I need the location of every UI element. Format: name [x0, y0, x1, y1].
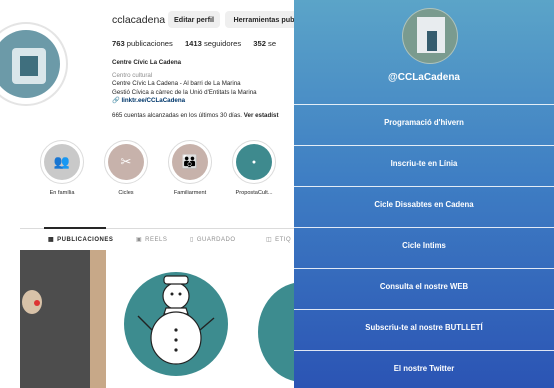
grid-icon: ▦ [48, 237, 55, 243]
linktree-handle: @CCLaCadena [388, 72, 460, 83]
stat-followers[interactable]: 1413 seguidores [185, 39, 241, 48]
highlight-familiarment[interactable]: 👪 Familiarment [160, 140, 220, 196]
link-butlleti[interactable]: Subscriu-te al nostre BUTLLETÍ [294, 309, 554, 345]
bio-line-1: Centre Cívic La Cadena - Al barri de La … [112, 80, 241, 88]
highlight-proposta[interactable]: ● PropostaCult... [224, 140, 284, 196]
story-highlights: 👥 En família ✂ Cicles 👪 Familiarment ● P… [0, 140, 294, 202]
stat-following[interactable]: 352 se [253, 39, 276, 48]
view-insights-link[interactable]: Ver estadíst [244, 112, 279, 119]
bio-reach: 665 cuentas alcanzadas en los últimos 30… [112, 112, 279, 120]
link-inscriu-te[interactable]: Inscriu-te en Línia [294, 145, 554, 181]
profile-bio: Centre Cívic La Cadena Centro cultural C… [112, 59, 294, 120]
link-cicle-intims[interactable]: Cicle Intims [294, 227, 554, 263]
link-web[interactable]: Consulta el nostre WEB [294, 268, 554, 304]
reels-icon: ▣ [136, 237, 143, 243]
instagram-profile: cclacadena Editar perfil Herramientas pu… [0, 0, 294, 388]
avatar-image [0, 30, 60, 98]
bio-name: Centre Cívic La Cadena [112, 59, 182, 66]
tab-posts[interactable]: ▦ PUBLICACIONES [48, 236, 113, 243]
post-thumbnail[interactable] [108, 250, 240, 388]
ad-tools-button[interactable]: Herramientas publ [225, 11, 294, 28]
post-thumbnail[interactable] [242, 250, 294, 388]
linktree-page: @CCLaCadena Programació d'hivern Inscriu… [294, 0, 554, 388]
bio-line-2: Gestió Cívica a càrrec de la Unió d'Enti… [112, 88, 257, 96]
link-cicle-dissabtes[interactable]: Cicle Dissabtes en Cadena [294, 186, 554, 222]
profile-username: cclacadena [112, 14, 166, 26]
logo-icon: ● [251, 158, 257, 166]
ribbon-icon: ✂ [120, 154, 132, 169]
profile-avatar[interactable] [0, 22, 68, 106]
edit-profile-button[interactable]: Editar perfil [168, 11, 220, 28]
bio-link[interactable]: 🔗 linktr.ee/CCLaCadena [112, 97, 294, 105]
tab-reels[interactable]: ▣ REELS [136, 236, 167, 243]
people-icon: 👥 [53, 154, 71, 169]
link-icon: 🔗 [112, 96, 120, 104]
highlight-cicles[interactable]: ✂ Cicles [96, 140, 156, 196]
post-thumbnail[interactable] [20, 250, 106, 388]
active-tab-indicator [44, 227, 106, 229]
bookmark-icon: ▯ [190, 237, 194, 243]
link-programacio-hivern[interactable]: Programació d'hivern [294, 104, 554, 140]
snowman-image [137, 275, 215, 365]
profile-stats: 763 publicaciones 1413 seguidores 352 se [112, 39, 286, 48]
tag-icon: ◫ [266, 237, 273, 243]
bio-category: Centro cultural [112, 72, 153, 80]
link-twitter[interactable]: El nostre Twitter [294, 350, 554, 386]
stat-posts: 763 publicaciones [112, 39, 173, 48]
linktree-avatar [402, 8, 458, 64]
tab-saved[interactable]: ▯ GUARDADO [190, 236, 235, 243]
highlight-en-familia[interactable]: 👥 En família [32, 140, 92, 196]
tab-tagged[interactable]: ◫ ETIQ [266, 236, 291, 243]
family-icon: 👪 [181, 154, 199, 169]
